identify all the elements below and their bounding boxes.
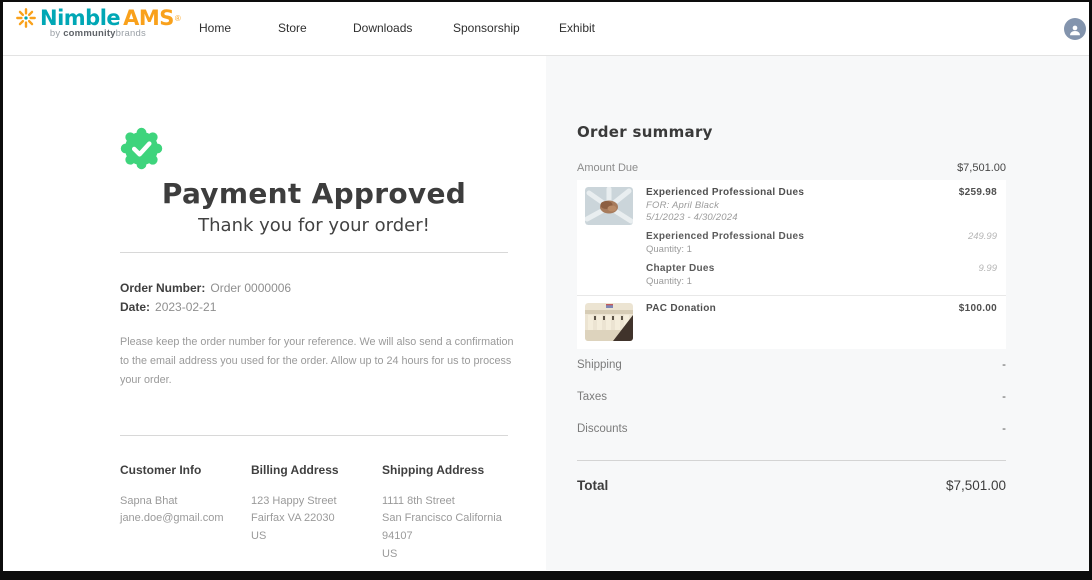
item-date-range: 5/1/2023 - 4/30/2024	[646, 212, 997, 223]
total-label: Total	[577, 478, 608, 493]
order-summary-title: Order summary	[577, 56, 1006, 141]
total-row: Total $7,501.00	[577, 478, 1006, 493]
line-items-card: Experienced Professional Dues $259.98 FO…	[577, 180, 1006, 349]
sub-item-price: 9.99	[979, 263, 998, 274]
order-number-row: Order Number: Order 0000006	[120, 279, 508, 298]
shipping-address-block: Shipping Address 1111 8th Street San Fra…	[382, 463, 508, 563]
thank-you-subtitle: Thank you for your order!	[120, 215, 508, 236]
order-summary-panel: Order summary Amount Due $7,501.00	[546, 56, 1089, 570]
nav-item-home[interactable]: Home	[199, 21, 231, 35]
divider	[120, 435, 508, 436]
confirmation-panel: Payment Approved Thank you for your orde…	[3, 56, 546, 570]
amount-due-label: Amount Due	[577, 162, 638, 174]
logo-text-ams: AMS	[123, 6, 174, 30]
sub-item-title: Chapter Dues	[646, 263, 715, 274]
user-avatar-button[interactable]	[1064, 18, 1086, 40]
main-content: Payment Approved Thank you for your orde…	[3, 56, 1089, 570]
shipping-city: San Francisco California	[382, 510, 508, 528]
sub-item-chapter-dues: Chapter Dues Quantity: 1 9.99	[646, 263, 997, 287]
discounts-label: Discounts	[577, 423, 628, 435]
item-title: Experienced Professional Dues	[646, 187, 804, 198]
order-date-row: Date: 2023-02-21	[120, 298, 508, 317]
billing-address-title: Billing Address	[251, 463, 382, 477]
discounts-row: Discounts -	[577, 423, 1006, 435]
person-icon	[1068, 23, 1082, 37]
customer-email: jane.doe@gmail.com	[120, 510, 251, 528]
item-for-line: FOR: April Black	[646, 200, 997, 211]
billing-city: Fairfax VA 22030	[251, 510, 382, 528]
order-date-label: Date:	[120, 300, 150, 314]
total-value: $7,501.00	[946, 478, 1006, 493]
sub-item-quantity: Quantity: 1	[646, 276, 715, 287]
item-title: PAC Donation	[646, 303, 716, 314]
item-price: $100.00	[959, 303, 997, 314]
customer-info-block: Customer Info Sapna Bhat jane.doe@gmail.…	[120, 463, 251, 563]
summary-rows: Shipping - Taxes - Discounts -	[577, 359, 1006, 435]
line-item-dues: Experienced Professional Dues $259.98 FO…	[577, 180, 1006, 295]
top-nav-bar: Nimble AMS ® by communitybrands Home Sto…	[3, 2, 1089, 56]
payment-approved-title: Payment Approved	[120, 177, 508, 210]
nav-item-downloads[interactable]: Downloads	[353, 21, 412, 35]
registered-mark: ®	[175, 14, 181, 23]
order-number-label: Order Number:	[120, 281, 205, 295]
discounts-value: -	[1002, 423, 1006, 435]
logo-text-nimble: Nimble	[40, 6, 120, 30]
divider	[577, 460, 1006, 461]
amount-due-row: Amount Due $7,501.00	[577, 162, 1006, 174]
item-price: $259.98	[959, 187, 997, 198]
customer-name: Sapna Bhat	[120, 493, 251, 511]
shipping-address-title: Shipping Address	[382, 463, 508, 477]
taxes-row: Taxes -	[577, 391, 1006, 403]
starburst-logo-icon	[15, 7, 37, 29]
nimble-ams-logo[interactable]: Nimble AMS ® by communitybrands	[15, 6, 181, 39]
customer-info-title: Customer Info	[120, 463, 251, 477]
checkout-confirmation-page: Nimble AMS ® by communitybrands Home Sto…	[0, 0, 1092, 580]
order-number-value: Order 0000006	[210, 281, 291, 295]
nav-item-sponsorship[interactable]: Sponsorship	[453, 21, 520, 35]
billing-country: US	[251, 528, 382, 546]
approved-check-seal-icon	[120, 127, 163, 170]
taxes-label: Taxes	[577, 391, 607, 403]
shipping-value: -	[1002, 359, 1006, 371]
shipping-zip: 94107	[382, 528, 508, 546]
billing-street: 123 Happy Street	[251, 493, 382, 511]
sub-item-title: Experienced Professional Dues	[646, 231, 804, 242]
sub-item-price: 249.99	[968, 231, 997, 242]
shipping-label: Shipping	[577, 359, 622, 371]
hands-teamwork-photo	[585, 187, 633, 225]
order-date-value: 2023-02-21	[155, 300, 216, 314]
taxes-value: -	[1002, 391, 1006, 403]
billing-address-block: Billing Address 123 Happy Street Fairfax…	[251, 463, 382, 563]
sub-item-quantity: Quantity: 1	[646, 244, 804, 255]
shipping-country: US	[382, 546, 508, 564]
amount-due-value: $7,501.00	[957, 162, 1006, 174]
nav-item-store[interactable]: Store	[278, 21, 307, 35]
shipping-row: Shipping -	[577, 359, 1006, 371]
line-item-pac-donation: PAC Donation $100.00	[577, 295, 1006, 349]
order-meta: Order Number: Order 0000006 Date: 2023-02-…	[120, 279, 508, 316]
sub-item-professional-dues: Experienced Professional Dues Quantity: …	[646, 231, 997, 255]
government-building-photo	[585, 303, 633, 341]
address-section: Customer Info Sapna Bhat jane.doe@gmail.…	[120, 463, 508, 563]
nav-item-exhibit[interactable]: Exhibit	[559, 21, 595, 35]
shipping-street: 1111 8th Street	[382, 493, 508, 511]
confirmation-note: Please keep the order number for your re…	[120, 333, 520, 390]
divider	[120, 252, 508, 253]
